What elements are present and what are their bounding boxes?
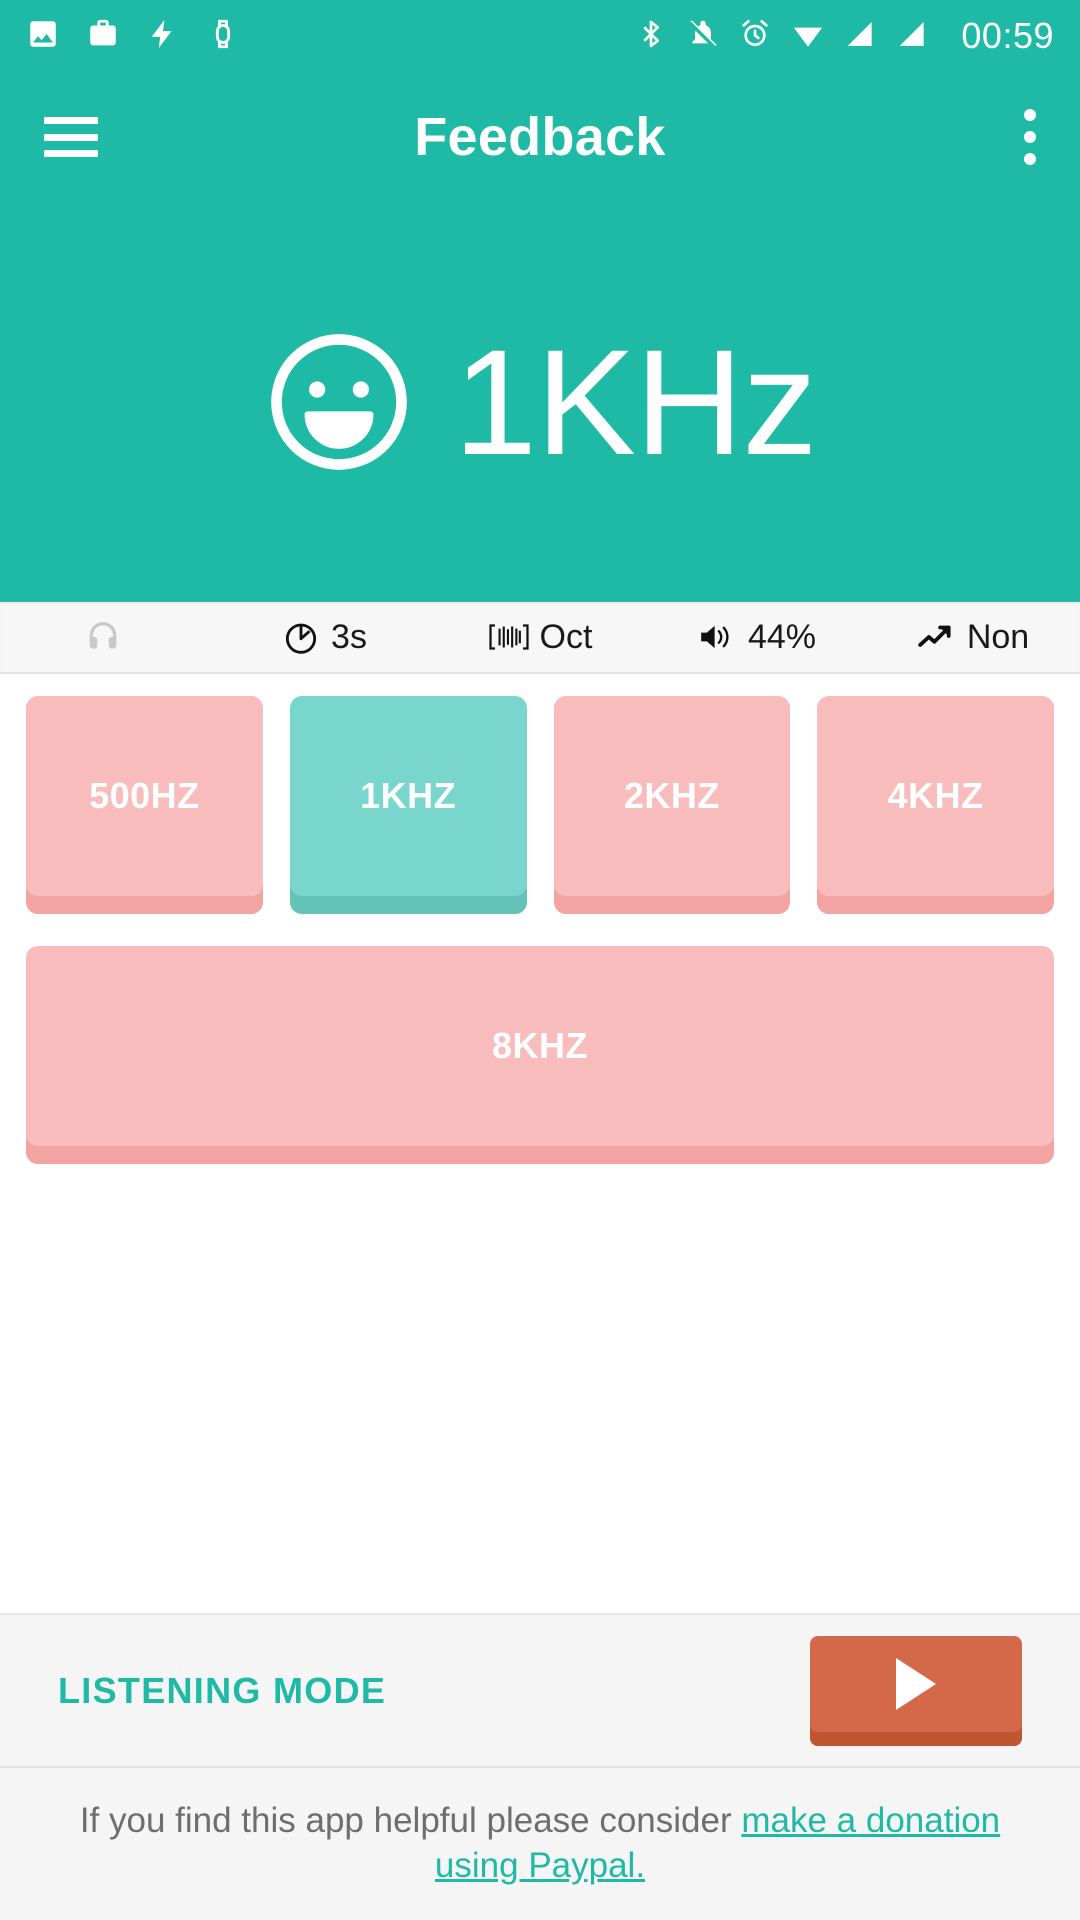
status-bar-clock: 00:59 bbox=[961, 15, 1054, 56]
info-item-band-label: Oct bbox=[539, 617, 593, 656]
frequency-button-1khz[interactable]: 1KHZ bbox=[289, 696, 527, 914]
trending-up-icon bbox=[915, 618, 957, 656]
info-item-duration[interactable]: 3s bbox=[216, 617, 432, 657]
overflow-menu-icon[interactable] bbox=[1024, 109, 1036, 165]
photo-icon bbox=[26, 17, 60, 56]
info-item-band[interactable]: Oct bbox=[432, 617, 648, 657]
info-item-duration-label: 3s bbox=[331, 617, 367, 656]
frequency-value: 1KHz bbox=[453, 318, 818, 486]
info-item-sweep[interactable]: Non bbox=[864, 618, 1080, 657]
status-bar-left-icons bbox=[26, 17, 240, 56]
play-button[interactable] bbox=[810, 1635, 1022, 1746]
notifications-off-icon bbox=[687, 18, 719, 55]
alarm-icon bbox=[739, 18, 771, 55]
smiley-face-icon bbox=[264, 327, 414, 477]
signal-icon bbox=[897, 18, 929, 55]
info-item-volume-label: 44% bbox=[747, 617, 817, 656]
settings-info-strip: 3s Oct 44% Non bbox=[0, 602, 1080, 674]
play-icon bbox=[896, 1657, 936, 1710]
info-item-sweep-label: Non bbox=[966, 617, 1030, 656]
current-frequency-display: 1KHz bbox=[0, 202, 1080, 602]
donation-text-lead: If you find this app helpful please cons… bbox=[79, 1801, 742, 1841]
status-bar-right-icons: 00:59 bbox=[635, 15, 1054, 57]
volume-icon bbox=[696, 618, 738, 656]
frequency-button-500hz[interactable]: 500HZ bbox=[26, 696, 263, 914]
frequency-button-2khz[interactable]: 2KHZ bbox=[553, 696, 791, 914]
bluetooth-icon bbox=[635, 18, 667, 55]
frequency-row-1: 500HZ 1KHZ 2KHZ 4KHZ bbox=[26, 696, 1054, 914]
status-bar: 00:59 bbox=[0, 0, 1080, 72]
info-item-headphones[interactable] bbox=[0, 617, 216, 657]
frequency-row-2: 8KHZ bbox=[26, 946, 1054, 1164]
headphones-icon bbox=[83, 617, 123, 657]
watch-icon bbox=[206, 17, 240, 56]
frequency-selector-panel: 500HZ 1KHZ 2KHZ 4KHZ 8KHZ bbox=[0, 674, 1080, 1613]
donation-text: If you find this app helpful please cons… bbox=[54, 1799, 1026, 1889]
octave-band-icon bbox=[488, 617, 530, 657]
timer-icon bbox=[281, 617, 321, 657]
wifi-icon bbox=[791, 17, 825, 56]
page-title: Feedback bbox=[414, 107, 666, 167]
info-item-volume[interactable]: 44% bbox=[648, 618, 864, 657]
listening-mode-button[interactable]: LISTENING MODE bbox=[58, 1670, 386, 1712]
frequency-button-8khz[interactable]: 8KHZ bbox=[26, 946, 1054, 1164]
hamburger-icon[interactable] bbox=[44, 117, 98, 157]
bottom-action-bar: LISTENING MODE bbox=[0, 1613, 1080, 1768]
frequency-button-4khz[interactable]: 4KHZ bbox=[817, 696, 1054, 914]
briefcase-icon bbox=[86, 17, 120, 56]
app-screen: 00:59 Feedback 1KHz 3s Oct 44% Non 500HZ… bbox=[0, 0, 1080, 1920]
donation-footer: If you find this app helpful please cons… bbox=[0, 1768, 1080, 1920]
app-bar: Feedback bbox=[0, 72, 1080, 202]
flash-icon bbox=[146, 17, 180, 56]
signal-icon bbox=[845, 18, 877, 55]
